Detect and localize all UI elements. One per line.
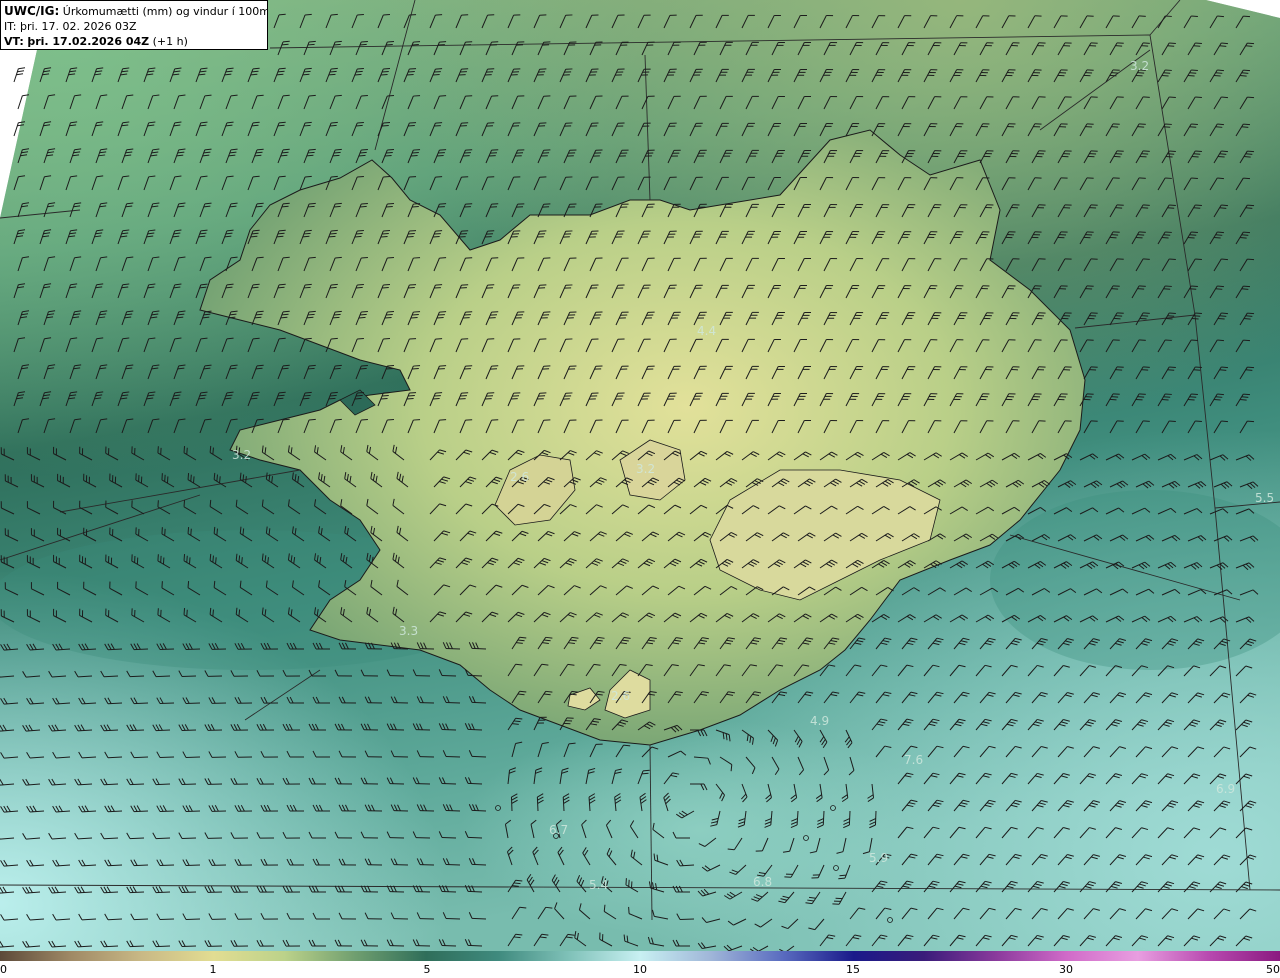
init-time-line: IT: þri. 17. 02. 2026 03Z — [4, 19, 265, 34]
point-value: 5.9 — [869, 851, 888, 865]
forecast-map: 3.2 4.4 3.2 2.6 3.2 5.5 3.3 2.6 4.9 7.6 … — [0, 0, 1280, 978]
map-info-box: UWC/IG: Úrkomumætti (mm) og vindur í 100… — [0, 0, 268, 50]
point-value: 7.6 — [904, 753, 923, 767]
valid-time-line: VT: þri. 17.02.2026 04Z (+1 h) — [4, 34, 265, 49]
point-value: 3.3 — [399, 624, 418, 638]
point-value: 3.2 — [636, 462, 655, 476]
colorbar-tick-label: 1 — [209, 963, 217, 976]
init-prefix: IT: — [4, 20, 17, 33]
colorbar-tick-label: 50 — [1266, 963, 1280, 976]
point-value: 2.6 — [510, 470, 529, 484]
point-value: 4.9 — [810, 714, 829, 728]
map-canvas: 3.2 4.4 3.2 2.6 3.2 5.5 3.3 2.6 4.9 7.6 … — [0, 0, 1280, 951]
product-name: UWC/IG: — [4, 4, 60, 18]
title-line: UWC/IG: Úrkomumætti (mm) og vindur í 100… — [4, 4, 268, 19]
colorbar-labels: 0 1 5 10 15 30 50 — [0, 963, 1280, 978]
colorbar-tick-label: 10 — [633, 963, 647, 976]
colorbar-tick-label: 5 — [423, 963, 431, 976]
colorbar — [0, 951, 1280, 961]
point-value: 5.4 — [589, 878, 608, 892]
valid-time: þri. 17.02.2026 04Z — [27, 35, 150, 48]
lead-time: (+1 h) — [152, 35, 188, 48]
point-value: 6.8 — [753, 875, 772, 889]
point-value: 5.5 — [1255, 491, 1274, 505]
map-title: Úrkomumætti (mm) og vindur í 100m hæð — [62, 5, 268, 18]
colorbar-tick-label: 0 — [0, 963, 7, 976]
init-time: þri. 17. 02. 2026 03Z — [19, 20, 137, 33]
point-value: 3.2 — [1130, 59, 1149, 73]
colorbar-tick-label: 15 — [846, 963, 860, 976]
colorbar-tick-label: 30 — [1059, 963, 1073, 976]
valid-prefix: VT: — [4, 35, 24, 48]
point-value: 6.9 — [1216, 782, 1235, 796]
point-value: 4.4 — [697, 324, 716, 338]
point-value: 3.2 — [232, 448, 251, 462]
point-value: 2.6 — [611, 689, 630, 703]
